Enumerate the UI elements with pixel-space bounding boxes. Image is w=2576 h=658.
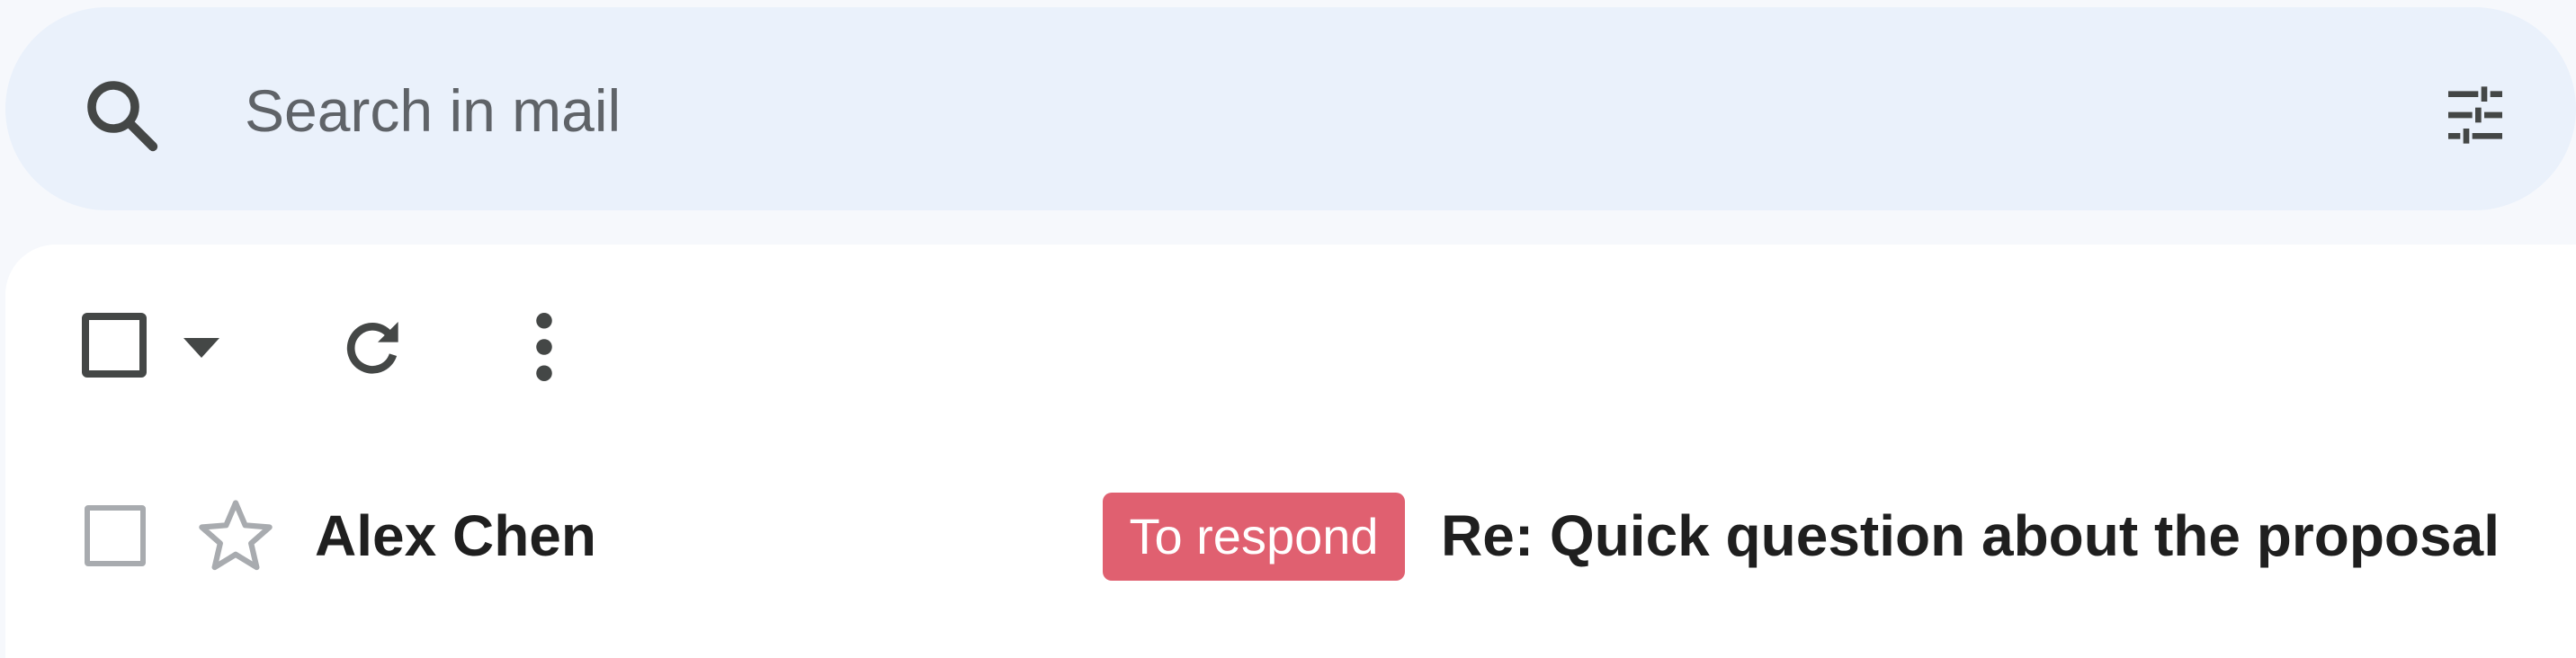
to-respond-label-badge[interactable]: To respond (1103, 493, 1405, 581)
select-all-checkbox[interactable] (82, 313, 147, 378)
refresh-icon[interactable] (336, 311, 408, 383)
email-subject: Re: Quick question about the proposal (1441, 503, 2500, 568)
more-vertical-icon[interactable] (531, 313, 558, 381)
search-icon[interactable] (79, 73, 165, 159)
mail-list-panel (5, 245, 2576, 658)
email-sender: Alex Chen (315, 503, 596, 568)
email-row-checkbox[interactable] (85, 505, 146, 566)
caret-down-icon[interactable] (183, 338, 219, 358)
search-input[interactable] (245, 61, 2313, 160)
search-bar[interactable] (5, 7, 2576, 210)
search-options-icon[interactable] (2439, 79, 2511, 151)
star-icon[interactable] (196, 498, 275, 574)
